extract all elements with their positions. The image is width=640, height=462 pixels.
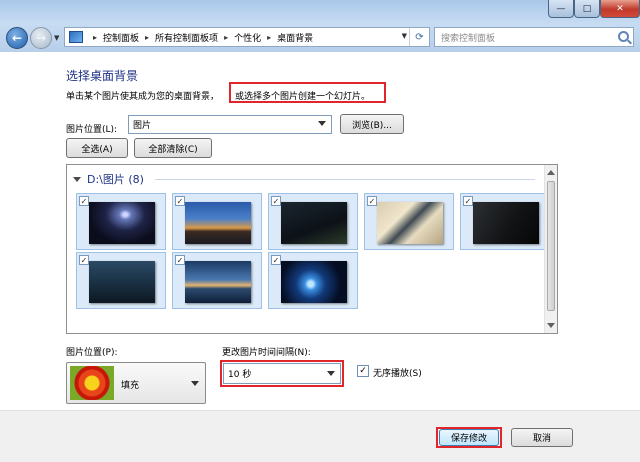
recent-pages-dropdown-icon[interactable]: ▼ — [54, 34, 59, 42]
chevron-down-icon — [327, 371, 335, 376]
collapse-triangle-icon[interactable] — [73, 176, 81, 182]
blue-lights-image — [281, 261, 347, 303]
breadcrumb-chevron-icon[interactable]: ▸ — [145, 33, 149, 42]
interval-label: 更改图片时间间隔(N): — [222, 348, 311, 358]
group-divider — [155, 179, 535, 180]
back-arrow-icon: ← — [11, 31, 23, 45]
picture-location-select[interactable]: 图片 — [128, 115, 332, 134]
city-dusk-image — [185, 202, 251, 244]
shuffle-checkbox[interactable]: ✓ — [357, 365, 369, 377]
browse-button[interactable]: 浏览(B)... — [340, 114, 404, 134]
search-input[interactable]: 搜索控制面板 — [434, 27, 634, 47]
address-history-dropdown-icon[interactable]: ▼ — [402, 32, 407, 40]
breadcrumb-item-all-items[interactable]: 所有控制面板项 — [155, 31, 218, 44]
interval-select[interactable]: 10 秒 — [223, 363, 341, 384]
thumbnail-checkbox[interactable]: ✓ — [271, 255, 281, 265]
chevron-down-icon — [318, 121, 326, 126]
picture-position-select[interactable]: 填充 — [66, 362, 206, 404]
close-icon: ✕ — [616, 3, 624, 14]
clear-all-button[interactable]: 全部清除(C) — [134, 138, 212, 158]
thumbnail-checkbox[interactable]: ✓ — [367, 196, 377, 206]
close-button[interactable]: ✕ — [600, 0, 640, 18]
street-lamps-image — [89, 261, 155, 303]
wallpaper-thumbnail[interactable]: ✓ — [268, 252, 358, 309]
dark-field-image — [281, 202, 347, 244]
picture-position-label: 图片位置(P): — [66, 348, 118, 358]
picture-location-value: 图片 — [133, 121, 152, 131]
wallpaper-thumbnail[interactable]: ✓ — [172, 193, 262, 250]
thumbnail-checkbox[interactable]: ✓ — [463, 196, 473, 206]
maximize-icon: □ — [582, 3, 592, 14]
breadcrumb-chevron-icon[interactable]: ▸ — [267, 33, 271, 42]
wallpaper-thumbnail[interactable]: ✓ — [460, 193, 550, 250]
scroll-up-icon[interactable] — [547, 170, 555, 175]
wallpaper-thumbnail[interactable]: ✓ — [268, 193, 358, 250]
thumbnail-checkbox[interactable]: ✓ — [271, 196, 281, 206]
wallpaper-thumbnail[interactable]: ✓ — [76, 252, 166, 309]
select-all-button[interactable]: 全选(A) — [66, 138, 128, 158]
back-button[interactable]: ← — [6, 27, 28, 49]
footer-bar: 保存修改 取消 — [0, 410, 640, 462]
minimize-button[interactable]: — — [548, 0, 574, 18]
scroll-down-icon[interactable] — [547, 323, 555, 328]
search-icon[interactable] — [618, 31, 629, 42]
maximize-button[interactable]: □ — [574, 0, 600, 18]
thumbnail-checkbox[interactable]: ✓ — [79, 255, 89, 265]
interval-value: 10 秒 — [228, 370, 252, 380]
cancel-button[interactable]: 取消 — [511, 428, 573, 447]
night-road-image — [473, 202, 539, 244]
shuffle-label: 无序播放(S) — [373, 369, 422, 379]
breadcrumb-item-desktop-background[interactable]: 桌面背景 — [277, 31, 313, 44]
page-title: 选择桌面背景 — [66, 69, 139, 83]
search-placeholder: 搜索控制面板 — [441, 33, 496, 44]
scrollbar-thumb[interactable] — [547, 181, 555, 311]
refresh-icon: ⟳ — [415, 31, 424, 43]
control-panel-icon — [69, 31, 83, 43]
save-changes-button[interactable]: 保存修改 — [439, 429, 499, 446]
breadcrumb: ▸ 控制面板 ▸ 所有控制面板项 ▸ 个性化 ▸ 桌面背景 — [87, 31, 313, 44]
picture-gallery: D:\图片 (8) ✓ ✓ ✓ ✓ ✓ ✓ ✓ ✓ — [66, 164, 558, 334]
pier-lake-image — [185, 261, 251, 303]
chevron-down-icon — [191, 381, 199, 386]
breadcrumb-chevron-icon[interactable]: ▸ — [93, 33, 97, 42]
wallpaper-thumbnail[interactable]: ✓ — [76, 193, 166, 250]
folder-group-header[interactable]: D:\图片 (8) — [73, 171, 144, 187]
title-bar: — □ ✕ — [0, 0, 640, 24]
thumbnail-checkbox[interactable]: ✓ — [79, 196, 89, 206]
gallery-scrollbar[interactable] — [544, 165, 557, 333]
picture-location-label: 图片位置(L): — [66, 125, 118, 135]
thumbnail-checkbox[interactable]: ✓ — [175, 255, 185, 265]
thumbnail-checkbox[interactable]: ✓ — [175, 196, 185, 206]
main-content: 选择桌面背景 单击某个图片使其成为您的桌面背景， 或选择多个图片创建一个幻灯片。… — [0, 52, 640, 410]
picture-position-value: 填充 — [121, 381, 140, 391]
wallpaper-thumbnail[interactable]: ✓ — [364, 193, 454, 250]
fill-preview-image — [70, 366, 114, 400]
galaxy-image — [89, 202, 155, 244]
minimize-icon: — — [556, 3, 566, 14]
folder-group-label: D:\图片 (8) — [87, 173, 144, 186]
wallpaper-thumbnail[interactable]: ✓ — [172, 252, 262, 309]
page-subtitle: 单击某个图片使其成为您的桌面背景， — [66, 92, 220, 102]
forward-arrow-icon: → — [35, 31, 47, 45]
books-image — [377, 202, 443, 244]
address-bar[interactable]: ▸ 控制面板 ▸ 所有控制面板项 ▸ 个性化 ▸ 桌面背景 ▼ ⟳ — [64, 27, 430, 47]
breadcrumb-item-personalization[interactable]: 个性化 — [234, 31, 261, 44]
refresh-button[interactable]: ⟳ — [409, 28, 429, 46]
breadcrumb-chevron-icon[interactable]: ▸ — [224, 33, 228, 42]
forward-button[interactable]: → — [30, 27, 52, 49]
breadcrumb-item-control-panel[interactable]: 控制面板 — [103, 31, 139, 44]
slideshow-hint: 或选择多个图片创建一个幻灯片。 — [235, 92, 371, 102]
